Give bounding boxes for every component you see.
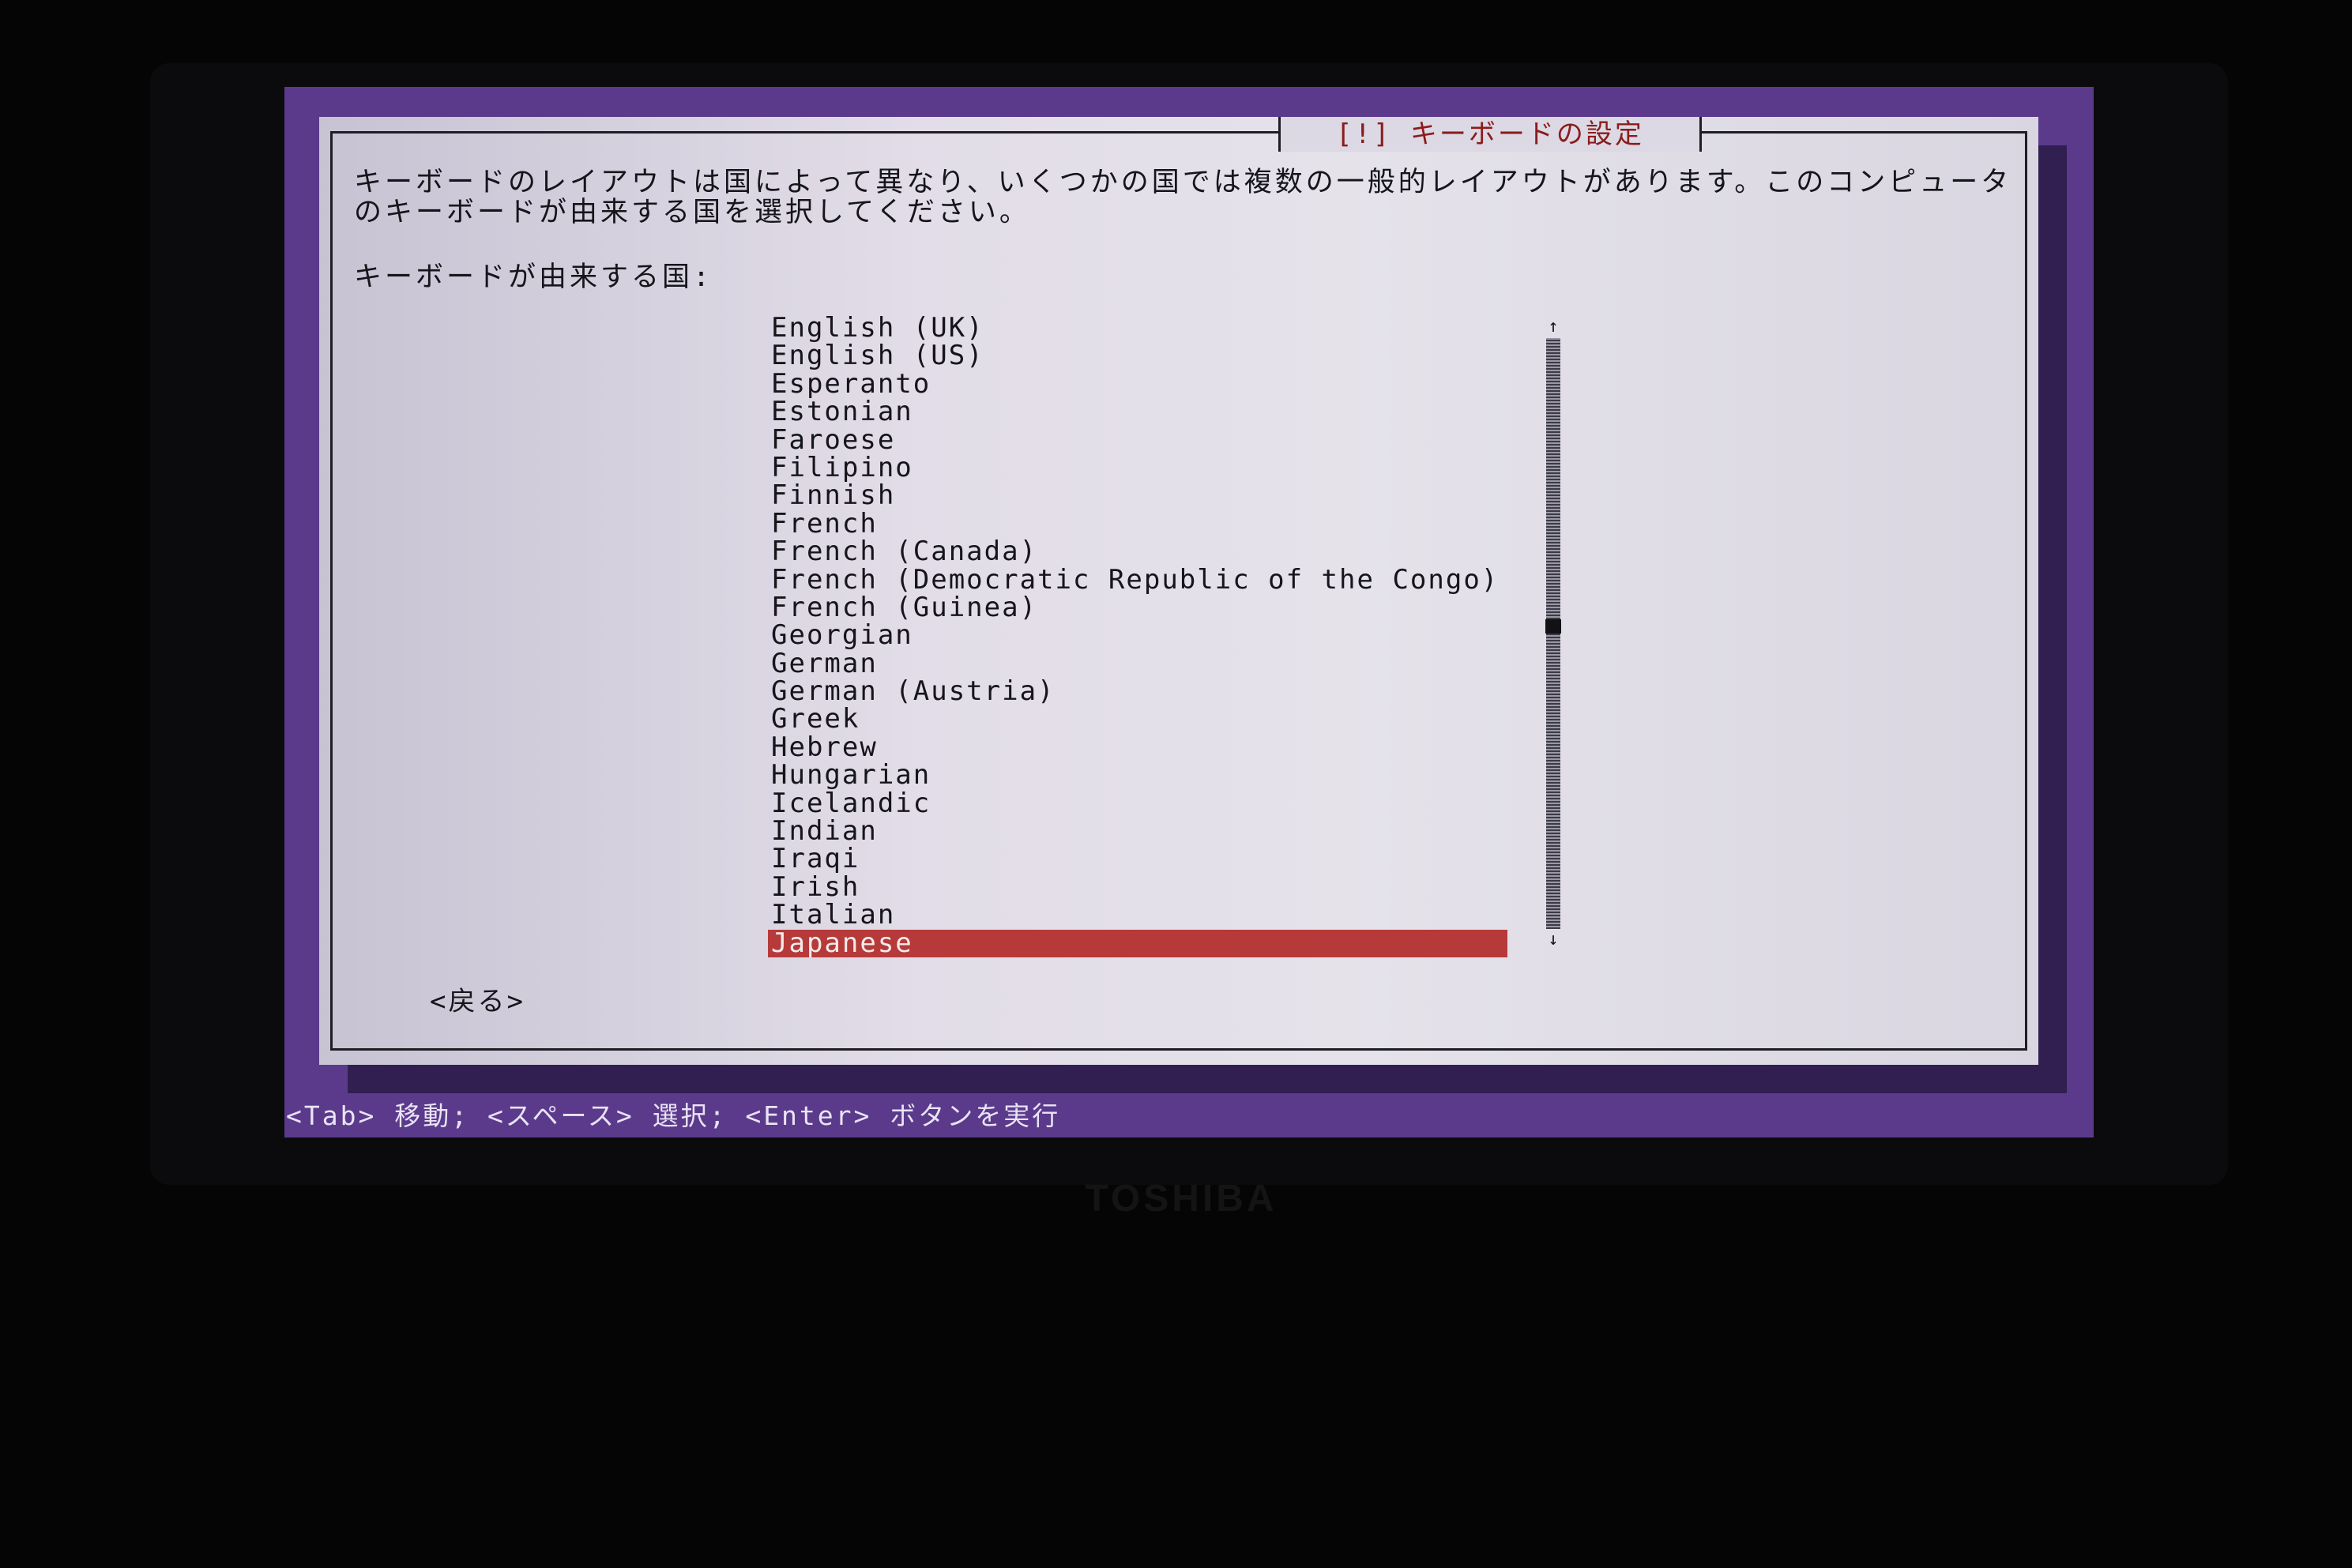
list-item[interactable]: Italian (768, 901, 1507, 929)
keyboard-config-dialog: [!] キーボードの設定 キーボードのレイアウトは国によって異なり、いくつかの国… (319, 117, 2038, 1065)
list-item[interactable]: Iraqi (768, 845, 1507, 874)
list-item[interactable]: Greek (768, 705, 1507, 734)
list-item[interactable]: Filipino (768, 453, 1507, 482)
dialog-description: キーボードのレイアウトは国によって異なり、いくつかの国では複数の一般的レイアウト… (354, 167, 2012, 228)
list-item[interactable]: Hebrew (768, 733, 1507, 761)
list-item[interactable]: French (Canada) (768, 537, 1507, 566)
list-item[interactable]: Georgian (768, 621, 1507, 649)
list-item[interactable]: Finnish (768, 481, 1507, 510)
list-item[interactable]: Faroese (768, 426, 1507, 454)
list-item[interactable]: Estonian (768, 397, 1507, 426)
scroll-up-arrow-icon[interactable]: ↑ (1537, 318, 1569, 337)
list-scrollbar[interactable]: ↑ ↓ (1537, 318, 1569, 949)
list-item[interactable]: German (768, 649, 1507, 678)
scrollbar-track[interactable] (1546, 338, 1560, 929)
list-item-selected[interactable]: Japanese (768, 929, 1507, 957)
list-item[interactable]: French (Democratic Republic of the Congo… (768, 566, 1507, 594)
list-item[interactable]: Hungarian (768, 761, 1507, 789)
country-list-label: キーボードが由来する国: (354, 261, 713, 293)
list-item[interactable]: German (Austria) (768, 677, 1507, 705)
list-item[interactable]: Indian (768, 817, 1507, 845)
back-button[interactable]: <戻る> (430, 980, 525, 1018)
list-item[interactable]: English (US) (768, 341, 1507, 370)
scrollbar-thumb[interactable] (1545, 619, 1561, 634)
list-item[interactable]: English (UK) (768, 314, 1507, 342)
dialog-title: [!] キーボードの設定 (1278, 117, 1702, 152)
list-item[interactable]: Esperanto (768, 370, 1507, 398)
list-item[interactable]: French (768, 510, 1507, 538)
brand-logo: TOSHIBA (1085, 1178, 1278, 1220)
list-item[interactable]: Icelandic (768, 789, 1507, 818)
list-item[interactable]: Irish (768, 873, 1507, 901)
help-bar: <Tab> 移動; <スペース> 選択; <Enter> ボタンを実行 (286, 1100, 1061, 1131)
scroll-down-arrow-icon[interactable]: ↓ (1537, 931, 1569, 949)
country-list[interactable]: English (UK) English (US) Esperanto Estonia… (768, 314, 1507, 957)
list-item[interactable]: French (Guinea) (768, 593, 1507, 622)
